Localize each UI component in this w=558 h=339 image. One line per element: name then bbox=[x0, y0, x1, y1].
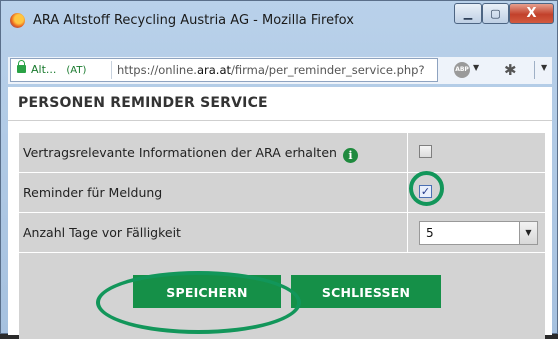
close-button[interactable]: SCHLIESSEN bbox=[291, 275, 441, 308]
toolbar-separator bbox=[534, 61, 535, 79]
info-icon[interactable]: i bbox=[342, 148, 358, 163]
days-select[interactable]: 5 ▼ bbox=[419, 221, 538, 245]
contract-info-checkbox[interactable] bbox=[419, 145, 432, 158]
divider bbox=[8, 120, 552, 121]
form-row: Anzahl Tage vor Fälligkeit 5 ▼ bbox=[19, 212, 545, 252]
site-identity[interactable]: Alt... (AT) bbox=[31, 59, 86, 81]
form-row: Vertragsrelevante Informationen der ARA … bbox=[19, 133, 545, 172]
firebug-icon[interactable]: ✱ bbox=[504, 61, 517, 79]
firefox-icon bbox=[10, 13, 25, 28]
navigation-bar: Alt... (AT) https://online.ara.at/firma/p… bbox=[8, 57, 552, 84]
maximize-button[interactable]: ▢ bbox=[482, 3, 509, 24]
url-bar[interactable]: Alt... (AT) https://online.ara.at/firma/p… bbox=[10, 58, 438, 82]
url-text[interactable]: https://online.ara.at/firma/per_reminder… bbox=[117, 59, 425, 81]
row-label: Anzahl Tage vor Fälligkeit bbox=[19, 213, 408, 252]
chevron-down-icon[interactable]: ▼ bbox=[473, 63, 479, 72]
chevron-down-icon[interactable]: ▼ bbox=[541, 63, 547, 72]
adblock-plus-icon[interactable]: ABP bbox=[454, 62, 470, 78]
window-title: ARA Altstoff Recycling Austria AG - Mozi… bbox=[33, 13, 354, 28]
chevron-down-icon[interactable]: ▼ bbox=[519, 222, 537, 244]
title-bar: ARA Altstoff Recycling Austria AG - Mozi… bbox=[1, 1, 557, 39]
url-separator bbox=[111, 61, 112, 79]
lock-icon bbox=[17, 60, 26, 73]
form-row: Reminder für Meldung ✓ bbox=[19, 172, 545, 212]
browser-window: ARA Altstoff Recycling Austria AG - Mozi… bbox=[0, 0, 558, 339]
row-label: Vertragsrelevante Informationen der ARA … bbox=[19, 133, 408, 172]
page-title: PERSONEN REMINDER SERVICE bbox=[18, 95, 268, 111]
highlight-ring-checkbox bbox=[409, 171, 444, 206]
row-label: Reminder für Meldung bbox=[19, 173, 408, 212]
close-window-button[interactable]: X bbox=[509, 3, 554, 24]
minimize-button[interactable]: ▁ bbox=[454, 3, 482, 24]
select-value: 5 bbox=[426, 226, 434, 240]
highlight-ring-save bbox=[96, 271, 301, 334]
